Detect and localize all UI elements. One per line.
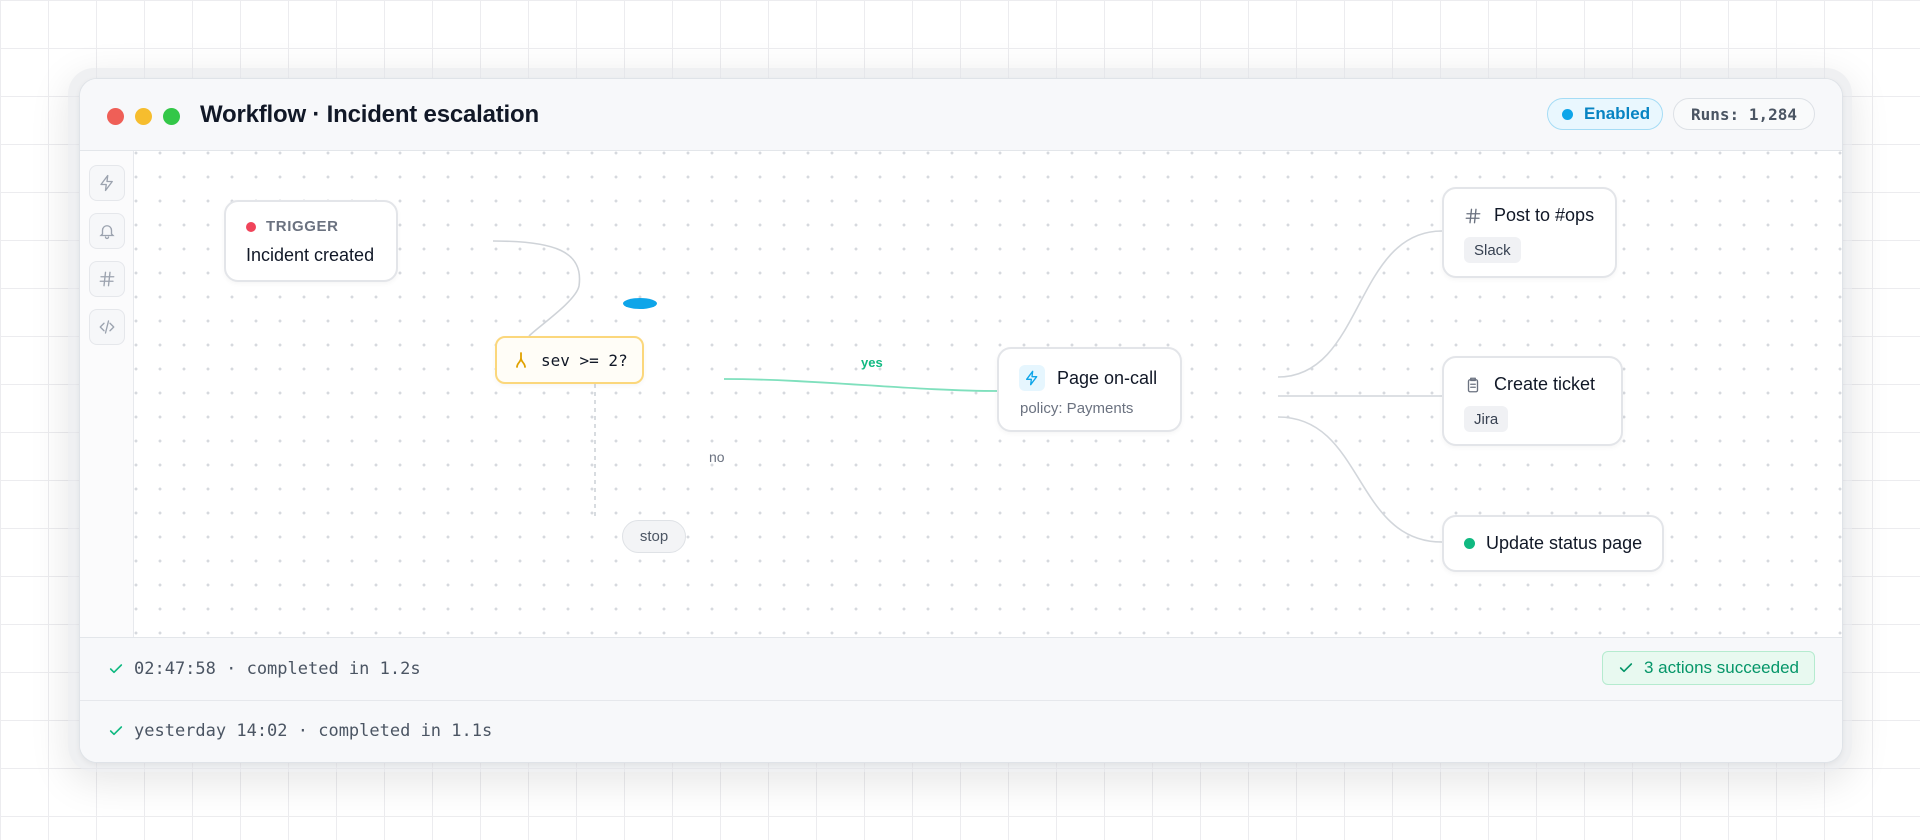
post-to-ops-node[interactable]: Post to #ops Slack [1442, 187, 1617, 278]
maximize-window-button[interactable] [163, 108, 180, 125]
post-ops-header: Post to #ops [1464, 205, 1594, 226]
condition-expression: sev >= 2? [541, 350, 628, 370]
edge-yes [723, 378, 1000, 392]
close-window-button[interactable] [107, 108, 124, 125]
page-title: Workflow · Incident escalation [200, 101, 539, 128]
edge-yes-label: yes [861, 355, 883, 370]
edge-to-status-page [1277, 416, 1443, 543]
update-status-page-node[interactable]: Update status page [1442, 515, 1664, 572]
status-dot-icon [1464, 538, 1475, 549]
trigger-label-row: TRIGGER [246, 218, 339, 235]
add-code-tool-button[interactable] [89, 309, 125, 345]
slack-tag: Slack [1464, 237, 1521, 263]
actions-succeeded-label: 3 actions succeeded [1644, 658, 1799, 677]
runs-count-badge: Runs: 1,284 [1673, 98, 1815, 130]
trigger-label: TRIGGER [266, 218, 339, 235]
add-notification-tool-button[interactable] [89, 213, 125, 249]
condition-node[interactable]: sev >= 2? [495, 336, 644, 384]
enabled-status-badge[interactable]: Enabled [1547, 98, 1663, 130]
trigger-node[interactable]: TRIGGER Incident created [224, 200, 398, 282]
hash-icon [1465, 208, 1481, 223]
trigger-dot-icon [246, 221, 256, 232]
enabled-label: Enabled [1584, 104, 1651, 123]
hash-icon [99, 271, 115, 287]
create-ticket-node[interactable]: Create ticket Jira [1442, 356, 1623, 446]
status-dot-icon [1562, 108, 1573, 120]
connection-handle[interactable] [623, 298, 657, 309]
bolt-icon [1019, 365, 1045, 391]
flow-canvas[interactable]: TRIGGER Incident created sev >= 2? yes n… [134, 151, 1842, 637]
bolt-icon [100, 174, 113, 192]
clipboard-icon [1467, 377, 1479, 392]
title-bar: Workflow · Incident escalation Enabled R… [80, 79, 1842, 151]
check-icon [109, 726, 123, 736]
page-on-call-node[interactable]: Page on-call policy: Payments [997, 347, 1182, 432]
stop-node[interactable]: stop [622, 520, 686, 553]
jira-tag: Jira [1464, 406, 1509, 432]
run-history: 02:47:58 · completed in 1.2s 3 actions s… [80, 637, 1842, 762]
bell-icon [99, 225, 115, 240]
edge-to-post-ops [1277, 230, 1443, 378]
trigger-title: Incident created [246, 245, 375, 265]
run-summary: yesterday 14:02 · completed in 1.1s [134, 721, 493, 741]
edge-no-label: no [709, 449, 725, 465]
page-node-header: Page on-call [1019, 365, 1157, 391]
add-trigger-tool-button[interactable] [89, 165, 125, 201]
tool-rail [80, 151, 134, 637]
add-channel-tool-button[interactable] [89, 261, 125, 297]
run-row[interactable]: 02:47:58 · completed in 1.2s 3 actions s… [80, 638, 1842, 701]
create-ticket-title: Create ticket [1494, 374, 1596, 394]
code-icon [99, 320, 115, 334]
post-ops-title: Post to #ops [1494, 205, 1595, 225]
branch-icon [516, 352, 526, 368]
run-summary: 02:47:58 · completed in 1.2s [134, 659, 421, 679]
check-icon [109, 664, 123, 674]
edge-trigger-to-condition [492, 240, 581, 337]
update-status-title: Update status page [1486, 533, 1643, 553]
page-node-subtitle: policy: Payments [1020, 400, 1134, 417]
workflow-window: Workflow · Incident escalation Enabled R… [79, 78, 1843, 763]
actions-succeeded-badge: 3 actions succeeded [1602, 651, 1815, 685]
page-node-title: Page on-call [1057, 367, 1158, 388]
check-icon [1619, 663, 1633, 673]
run-row[interactable]: yesterday 14:02 · completed in 1.1s [80, 700, 1842, 762]
create-ticket-header: Create ticket [1464, 374, 1595, 395]
minimize-window-button[interactable] [135, 108, 152, 125]
